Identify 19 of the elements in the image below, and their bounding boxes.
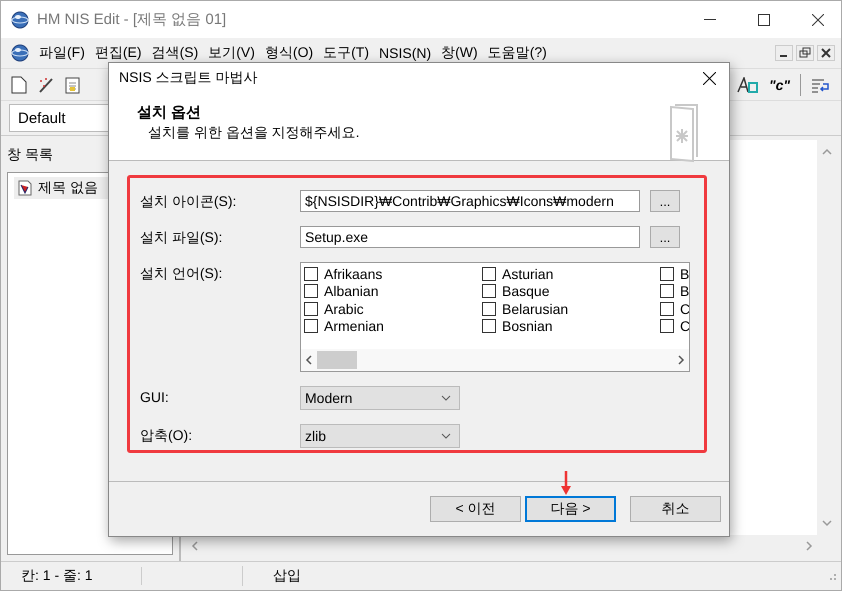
language-label: B xyxy=(680,283,689,300)
window-title: HM NIS Edit - [제목 없음 01] xyxy=(37,10,228,29)
language-label: Asturian xyxy=(502,266,554,282)
language-label: Basque xyxy=(502,283,550,300)
language-label: Bosnian xyxy=(502,318,553,334)
field-label: 설치 언어(S): xyxy=(140,264,224,283)
cursor-position: 칸: 1 - 줄: 1 xyxy=(1,567,142,585)
language-label: Belarusian xyxy=(502,300,568,317)
language-label: Afrikaans xyxy=(324,266,382,282)
language-label: Armenian xyxy=(324,318,384,334)
field-label: 압축(O): xyxy=(140,426,194,445)
field-label: 설치 파일(S): xyxy=(140,228,224,247)
insert-mode: 삽입 xyxy=(272,567,301,585)
language-label: Arabic xyxy=(324,300,364,317)
language-label: Albanian xyxy=(324,283,378,300)
field-label: GUI: xyxy=(140,388,170,405)
panel-title: 창 목록 xyxy=(7,145,54,164)
language-label: B xyxy=(680,266,689,282)
dialog-title: NSIS 스크립트 마법사 xyxy=(119,69,258,87)
